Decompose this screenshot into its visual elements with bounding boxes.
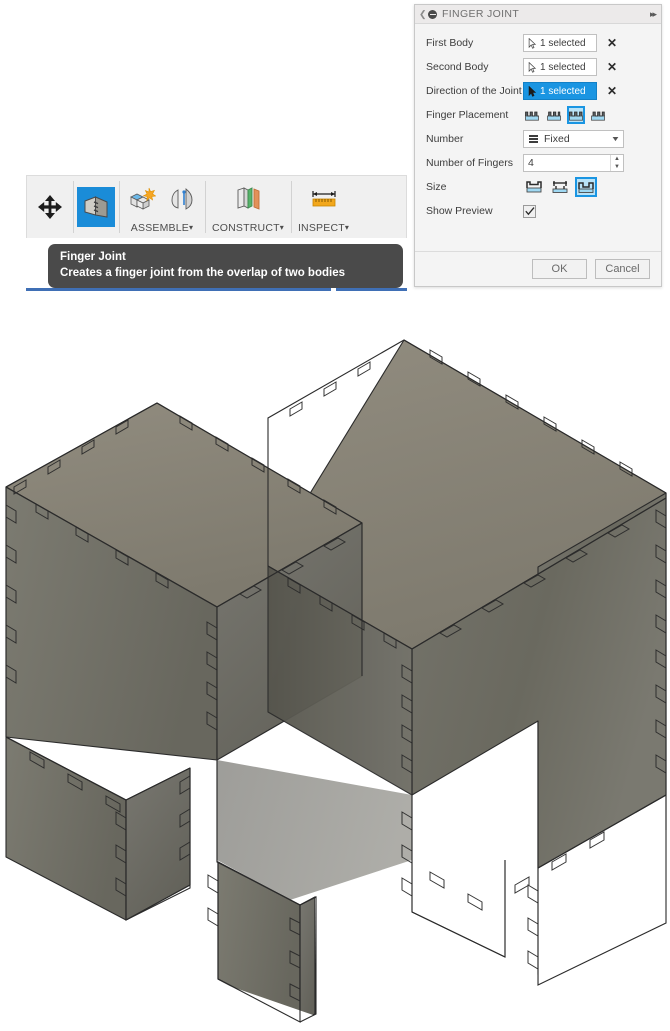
row-finger-placement: Finger Placement [415, 103, 661, 127]
move-arrows-icon [38, 194, 62, 219]
toolbar-group-construct: CONSTRUCT▾ [205, 176, 291, 238]
size-option-1[interactable] [523, 177, 545, 197]
toolbar[interactable]: ASSEMBLE▾ CONSTRUCT▾ INSPECT▾ [26, 175, 407, 238]
toolbar-group-move [27, 176, 73, 238]
toolbar-group-label-construct[interactable]: CONSTRUCT▾ [209, 221, 287, 237]
cursor-icon [528, 85, 537, 97]
list-icon [529, 134, 538, 145]
toolbar-active-underline [26, 288, 331, 291]
toolbar-group-inspect: INSPECT▾ [290, 176, 356, 238]
dialog-title: FINGER JOINT [442, 8, 520, 20]
chevron-down-icon: ▼ [610, 135, 621, 143]
expand-arrows-icon[interactable]: ▸▸ [650, 9, 657, 20]
tooltip-description: Creates a finger joint from the overlap … [60, 267, 345, 279]
placement-option-4[interactable] [589, 106, 607, 124]
placement-option-2[interactable] [545, 106, 563, 124]
finger-joint-dialog[interactable]: ❮ FINGER JOINT ▸▸ First Body 1 selected … [414, 4, 662, 287]
size-distance-icon [552, 181, 568, 193]
finger-placement-2-icon [547, 111, 561, 121]
ok-button[interactable]: OK [532, 259, 587, 279]
chevron-down-icon: ▾ [344, 223, 350, 232]
check-icon [524, 206, 534, 215]
dialog-footer: OK Cancel [415, 251, 661, 286]
label-first-body: First Body [426, 37, 474, 49]
size-tooth-icon [578, 182, 594, 193]
row-size: Size [415, 175, 661, 199]
size-option-3[interactable] [575, 177, 597, 197]
new-component-icon [130, 187, 156, 210]
toolbar-group-assemble: ASSEMBLE▾ [119, 176, 205, 238]
first-body-value: 1 selected [540, 37, 586, 49]
measure-ruler-icon [311, 190, 336, 206]
second-body-select-button[interactable]: 1 selected [523, 58, 597, 76]
finger-placement-3-icon [569, 111, 583, 121]
finger-placement-1-icon [525, 111, 539, 121]
offset-plane-icon [237, 186, 260, 210]
label-second-body: Second Body [426, 61, 489, 73]
move-tool[interactable] [31, 187, 69, 227]
joint-icon [171, 187, 193, 210]
measure-tool[interactable] [305, 179, 343, 219]
label-size: Size [426, 181, 447, 193]
direction-value: 1 selected [540, 85, 586, 97]
row-first-body: First Body 1 selected ✕ [415, 31, 661, 55]
dialog-titlebar[interactable]: ❮ FINGER JOINT ▸▸ [415, 5, 661, 24]
row-number-of-fingers: Number of Fingers 4 ▲ ▼ [415, 151, 661, 175]
cursor-icon [528, 61, 537, 73]
label-direction-of-joint: Direction of the Joint [426, 85, 522, 97]
number-of-fingers-value[interactable]: 4 [524, 155, 610, 171]
size-option-2[interactable] [549, 177, 571, 197]
chevron-down-icon: ▾ [279, 223, 284, 232]
first-body-clear-button[interactable]: ✕ [606, 37, 618, 49]
cancel-button[interactable]: Cancel [595, 259, 650, 279]
collapse-chevron-icon[interactable]: ❮ [419, 9, 427, 19]
tooltip-title: Finger Joint [60, 251, 126, 263]
label-number-of-fingers: Number of Fingers [426, 157, 513, 169]
offset-plane-tool[interactable] [229, 179, 267, 219]
assemble-label: ASSEMBLE [130, 222, 189, 234]
direction-select-button[interactable]: 1 selected [523, 82, 597, 100]
dialog-body: First Body 1 selected ✕ Second Body 1 se… [415, 24, 661, 251]
chevron-down-icon: ▾ [189, 223, 194, 232]
row-direction-of-joint: Direction of the Joint 1 selected ✕ [415, 79, 661, 103]
stepper-up-button[interactable]: ▲ [611, 155, 623, 163]
row-number: Number Fixed ▼ [415, 127, 661, 151]
label-show-preview: Show Preview [426, 205, 493, 217]
toolbar-group-label-assemble[interactable]: ASSEMBLE▾ [123, 221, 201, 237]
joint-tool[interactable] [163, 179, 201, 219]
direction-clear-button[interactable]: ✕ [606, 85, 618, 97]
finger-joint-tool[interactable] [77, 186, 115, 227]
row-show-preview: Show Preview [415, 199, 661, 223]
finger-placement-4-icon [591, 111, 605, 121]
first-body-select-button[interactable]: 1 selected [523, 34, 597, 52]
tooltip: Finger Joint Creates a finger joint from… [48, 244, 403, 288]
row-second-body: Second Body 1 selected ✕ [415, 55, 661, 79]
stepper-arrows[interactable]: ▲ ▼ [610, 155, 623, 171]
size-fixed-icon [526, 181, 542, 193]
cursor-icon [528, 37, 537, 49]
stepper-down-button[interactable]: ▼ [611, 163, 623, 171]
toolbar-group-finger-joint [73, 176, 119, 238]
number-of-fingers-stepper[interactable]: 4 ▲ ▼ [523, 154, 624, 172]
second-body-value: 1 selected [540, 61, 586, 73]
toolbar-group-label-inspect[interactable]: INSPECT▾ [295, 221, 352, 237]
label-number: Number [426, 133, 464, 145]
placement-option-3[interactable] [567, 106, 585, 124]
finger-joint-icon [84, 195, 108, 218]
new-component-tool[interactable] [123, 179, 161, 219]
number-dropdown[interactable]: Fixed ▼ [523, 130, 624, 148]
label-finger-placement: Finger Placement [426, 109, 509, 121]
command-dot-icon [428, 9, 437, 19]
number-dropdown-value: Fixed [544, 133, 570, 145]
show-preview-checkbox[interactable] [523, 204, 536, 218]
inspect-label: INSPECT [297, 222, 345, 234]
construct-label: CONSTRUCT [212, 222, 280, 234]
second-body-clear-button[interactable]: ✕ [606, 61, 618, 73]
toolbar-active-underline-right [336, 288, 407, 291]
placement-option-1[interactable] [523, 106, 541, 124]
